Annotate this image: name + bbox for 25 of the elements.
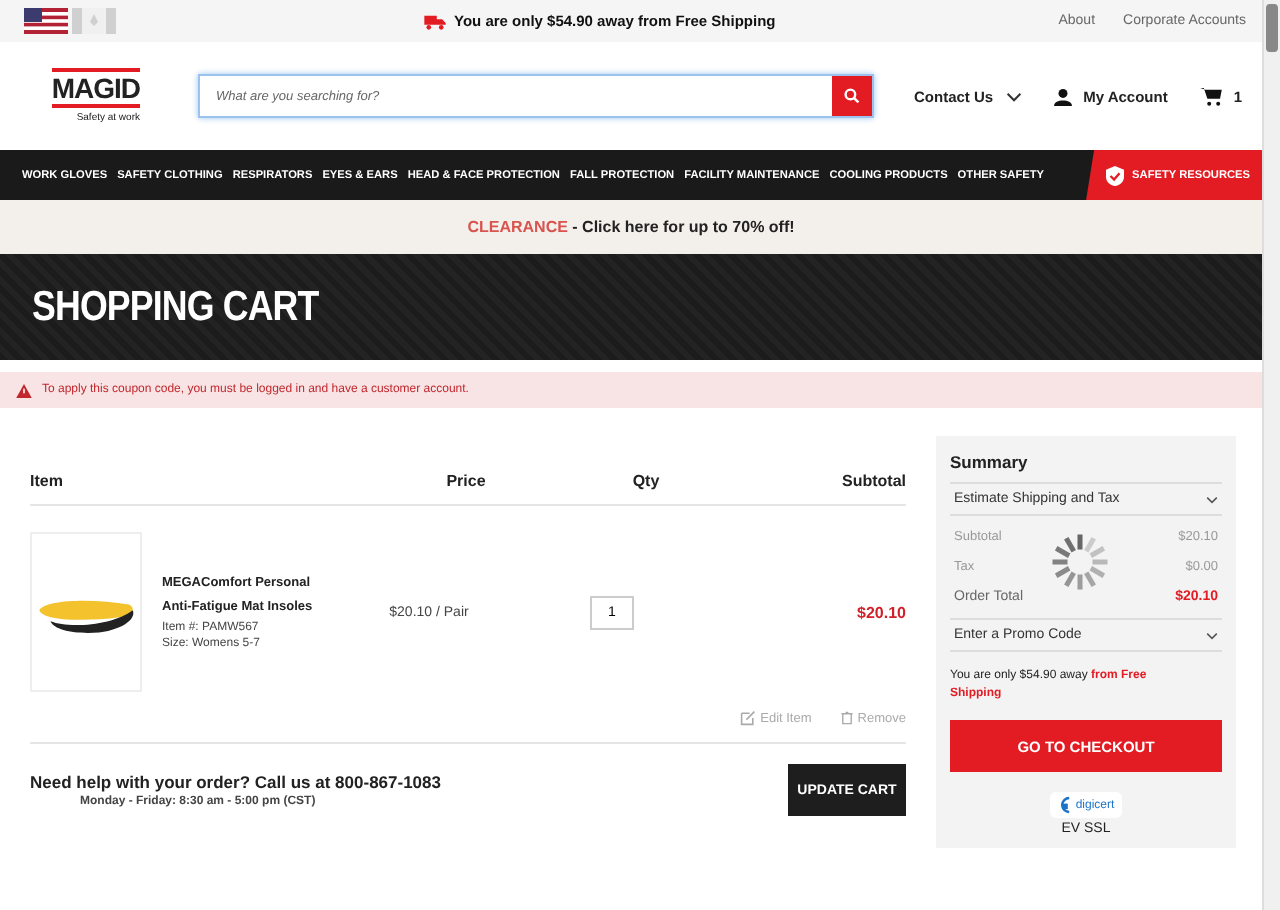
clearance-link[interactable]: CLEARANCE - Click here for up to 70% off!: [467, 218, 795, 236]
chevron-down-icon: [1206, 631, 1218, 639]
chevron-down-icon: [1005, 91, 1022, 101]
edit-icon: [740, 710, 757, 726]
column-header: Qty: [630, 471, 662, 489]
cart-icon[interactable]: [1199, 87, 1222, 105]
trash-icon: [839, 710, 854, 726]
warning-icon: [16, 383, 32, 397]
logo-wordmark: MAGID: [51, 68, 140, 108]
summary-title: Summary: [950, 448, 1222, 484]
search-icon: [844, 88, 860, 104]
insole-thumbnail[interactable]: [30, 532, 142, 692]
shield-check-icon: [1106, 165, 1125, 185]
search-button[interactable]: [832, 76, 872, 116]
scrollbar[interactable]: [1262, 0, 1280, 910]
column-header: Price: [444, 471, 488, 489]
help-phone-text: Need help with your order? Call us at 800-867-1083: [30, 772, 441, 792]
chevron-down-icon: [1206, 495, 1218, 503]
column-header: Item: [30, 471, 65, 489]
column-header: Subtotal: [840, 471, 906, 489]
user-icon: [1053, 87, 1072, 105]
page-title: SHOPPING CART: [32, 283, 319, 331]
us-flag-icon[interactable]: [24, 8, 68, 34]
truck-icon: [424, 13, 446, 29]
line-subtotal: $20.10: [855, 603, 906, 621]
